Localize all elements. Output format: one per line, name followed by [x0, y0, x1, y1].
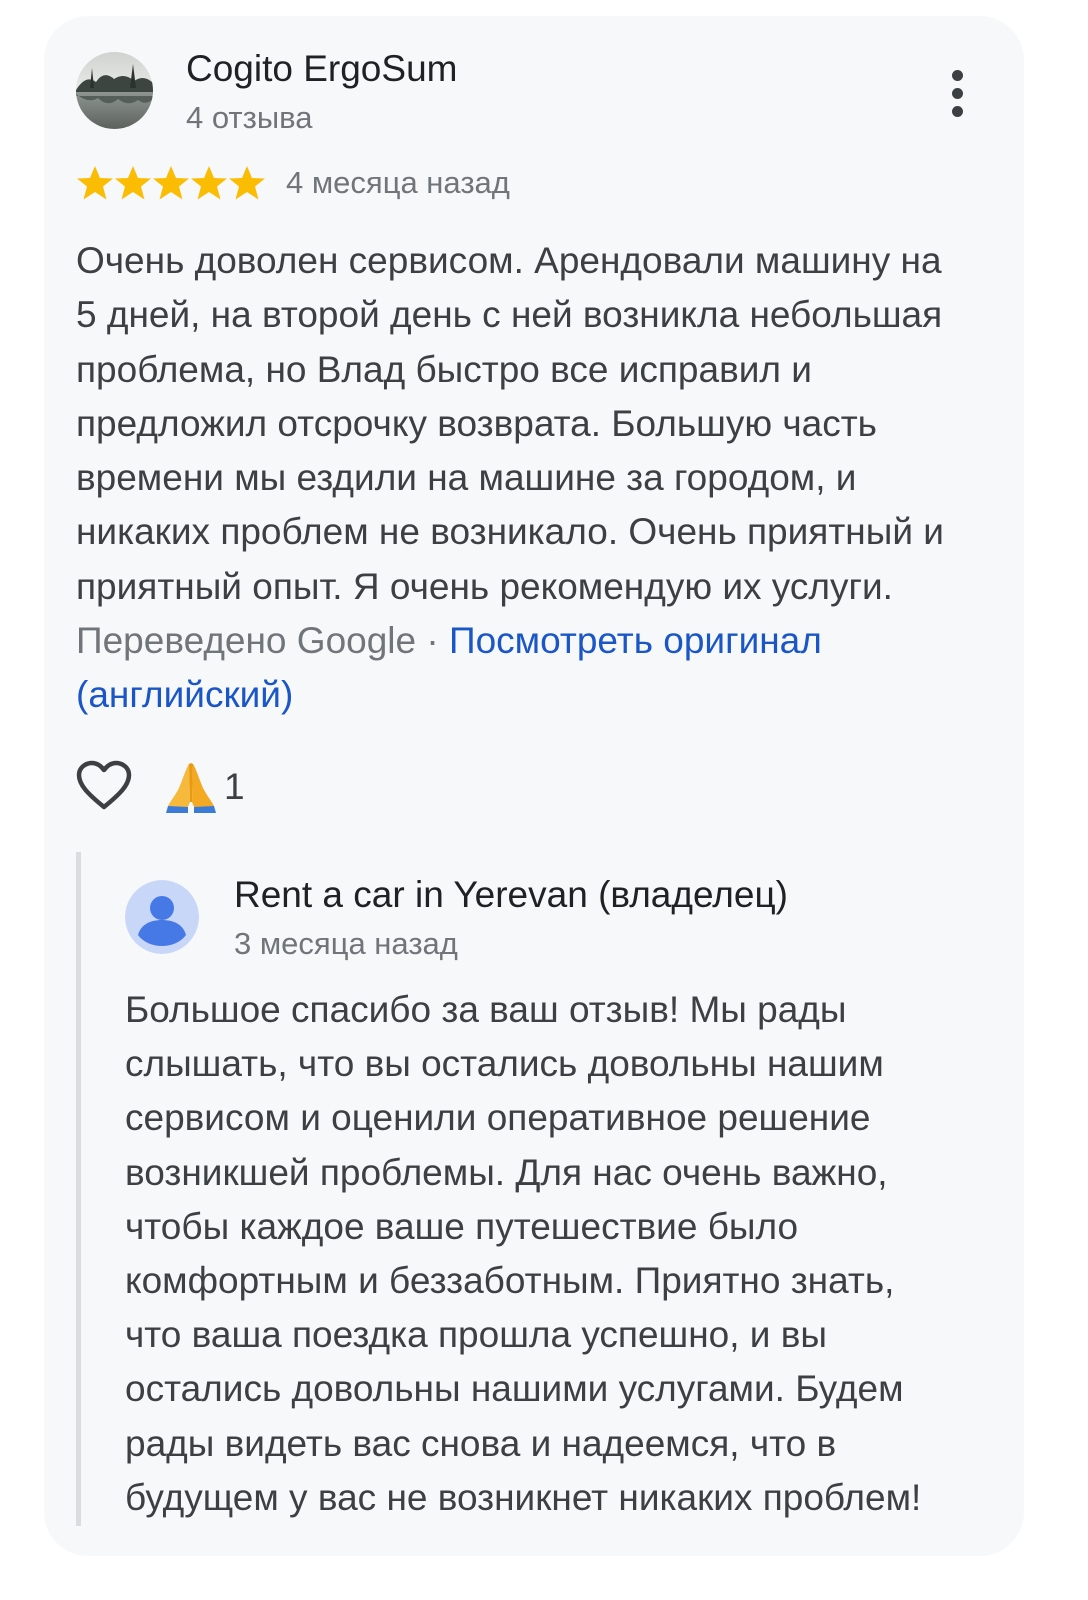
owner-avatar[interactable] [125, 880, 199, 954]
more-options-dot [952, 106, 963, 117]
reply-divider [76, 852, 81, 1526]
review-text-line: Очень доволен сервисом. Арендовали машин… [76, 240, 942, 281]
reply-text-line: комфортным и беззаботным. Приятно знать, [125, 1260, 895, 1302]
review-text-line: предложил отсрочку возврата. Большую час… [76, 402, 877, 444]
reply-text-line: что ваша поездка прошла успешно, и вы [125, 1314, 827, 1356]
more-options-dot [952, 88, 963, 99]
more-options-button[interactable] [938, 66, 978, 122]
reply-text-line: будущем у вас не возникнет никаких пробл… [125, 1476, 922, 1518]
view-original-link[interactable]: Посмотреть оригинал [449, 620, 822, 661]
author-avatar[interactable] [76, 52, 153, 129]
reply-text-line: Большое спасибо за ваш отзыв! Мы рады [125, 989, 847, 1030]
separator-dot: · [416, 620, 449, 662]
reply-text-line: сервисом и оценили оперативное решение [125, 1097, 871, 1139]
folded-hands-emoji-icon [166, 763, 216, 813]
reaction-button[interactable]: 1 [164, 758, 245, 816]
translation-line: Переведено Google · Посмотреть оригинал [76, 614, 996, 668]
rating-row: 4 месяца назад [76, 163, 510, 203]
review-text-line: 5 дней, на второй день с ней возникла не… [76, 294, 943, 336]
reply-text-line: слышать, что вы остались довольны нашим [125, 1043, 884, 1085]
translation-line: (английский) [76, 668, 996, 722]
reply-text-line: чтобы каждое ваше путешествие было [125, 1205, 799, 1247]
reaction-count: 1 [224, 766, 245, 807]
author-name[interactable]: Cogito ErgoSum [186, 48, 457, 90]
star-icon [229, 166, 265, 200]
review-text-line: времени мы ездили на машине за городом, … [76, 457, 857, 499]
review-text-line: проблема, но Влад быстро все исправил и [76, 348, 812, 390]
star-rating [76, 164, 266, 202]
reply-text-line: остались довольны нашими услугами. Будем [125, 1368, 904, 1410]
owner-name[interactable]: Rent a car in Yerevan (владелец) [234, 874, 788, 916]
review-text-line: приятный опыт. Я очень рекомендую их усл… [76, 565, 893, 607]
view-original-link-language[interactable]: (английский) [76, 674, 293, 715]
star-icon [153, 166, 189, 200]
star-icon [115, 166, 151, 200]
author-reviews-count: 4 отзыва [186, 100, 313, 135]
star-icon [77, 166, 113, 200]
reply-text-line: рады видеть вас снова и надеемся, что в [125, 1422, 837, 1464]
like-button[interactable] [76, 760, 132, 812]
landscape-photo-icon [76, 52, 153, 129]
owner-reply-date: 3 месяца назад [234, 926, 458, 961]
more-options-icon [952, 70, 963, 81]
star-icon [191, 166, 227, 200]
review-date: 4 месяца назад [286, 165, 510, 200]
review-text-line: никаких проблем не возникало. Очень прия… [76, 511, 944, 553]
heart-outline-icon [76, 760, 132, 810]
owner-reply-text: Большое спасибо за ваш отзыв! Мы рады сл… [125, 983, 1005, 1525]
reply-text-line: возникшей проблемы. Для нас очень важно, [125, 1151, 888, 1193]
default-person-icon [125, 880, 199, 954]
review-text: Очень доволен сервисом. Арендовали машин… [76, 234, 996, 723]
translated-by-label: Переведено Google [76, 620, 417, 662]
